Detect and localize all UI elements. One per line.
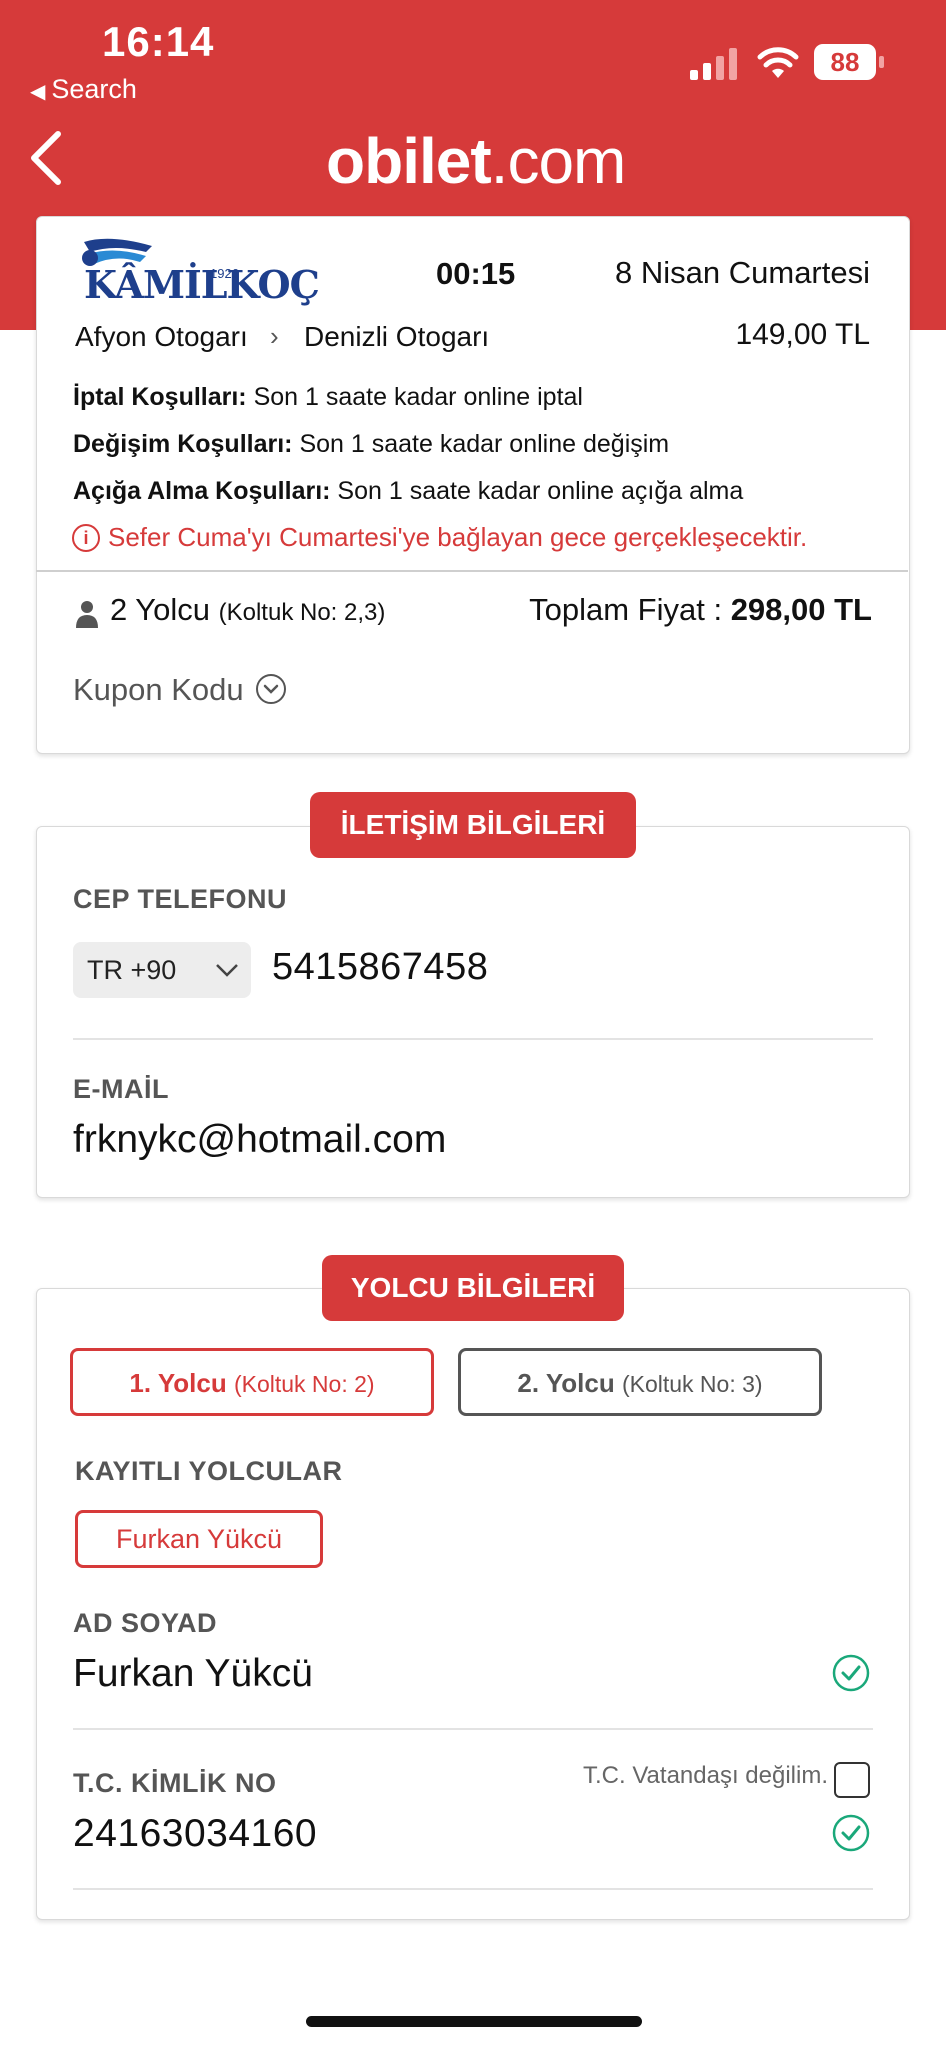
back-arrow-icon[interactable] xyxy=(28,128,64,188)
back-triangle-icon: ◀ xyxy=(30,81,46,103)
company-name: KÂMİLKOÇ xyxy=(84,262,320,307)
info-icon: i xyxy=(72,524,100,552)
tc-id-input[interactable]: 24163034160 xyxy=(73,1812,317,1856)
name-label: AD SOYAD xyxy=(73,1608,218,1638)
coupon-code-toggle[interactable]: Kupon Kodu xyxy=(73,672,286,708)
chevron-down-icon xyxy=(216,964,238,977)
battery-level: 88 xyxy=(814,44,876,80)
tc-id-label: T.C. KİMLİK NO xyxy=(73,1768,277,1798)
not-citizen-label: T.C. Vatandaşı değilim. xyxy=(582,1762,828,1789)
person-icon xyxy=(76,601,98,628)
tc-valid-check-icon xyxy=(832,1814,870,1852)
phone-label: CEP TELEFONU xyxy=(73,884,288,914)
home-indicator[interactable] xyxy=(306,2016,642,2027)
chevron-down-circle-icon xyxy=(255,674,286,704)
open-ticket-condition: Açığa Alma Koşulları: Son 1 saate kadar … xyxy=(73,477,744,505)
company-year: 1926 xyxy=(210,266,239,281)
passenger-count: 2 Yolcu (Koltuk No: 2,3) xyxy=(110,592,386,627)
wifi-icon xyxy=(757,47,799,78)
departure-time: 00:15 xyxy=(436,256,516,291)
contact-section-title: İLETİŞİM BİLGİLERİ xyxy=(310,792,636,858)
obilet-logo: obilet.com xyxy=(326,125,626,197)
name-input[interactable]: Furkan Yükcü xyxy=(73,1652,313,1696)
departure-date: 8 Nisan Cumartesi xyxy=(615,255,870,290)
saved-passenger-chip[interactable]: Furkan Yükcü xyxy=(75,1510,323,1568)
cancel-condition: İptal Koşulları: Son 1 saate kadar onlin… xyxy=(73,383,583,411)
email-input[interactable]: frknykc@hotmail.com xyxy=(73,1118,446,1162)
total-price: Toplam Fiyat : 298,00 TL xyxy=(529,592,872,627)
phone-input[interactable]: 5415867458 xyxy=(272,946,488,989)
unit-price: 149,00 TL xyxy=(735,318,870,351)
country-code-select[interactable]: TR +90 xyxy=(73,942,251,998)
field-divider xyxy=(73,1888,873,1890)
passenger-section-title: YOLCU BİLGİLERİ xyxy=(322,1255,624,1321)
tab-passenger-1[interactable]: 1. Yolcu (Koltuk No: 2) xyxy=(70,1348,434,1416)
tab-passenger-2[interactable]: 2. Yolcu (Koltuk No: 3) xyxy=(458,1348,822,1416)
email-label: E-MAİL xyxy=(73,1074,169,1104)
change-condition: Değişim Koşulları: Son 1 saate kadar onl… xyxy=(73,430,670,458)
overnight-warning: i Sefer Cuma'yı Cumartesi'ye bağlayan gec… xyxy=(72,522,807,553)
saved-passengers-label: KAYITLI YOLCULAR xyxy=(75,1456,343,1486)
back-to-search-link[interactable]: ◀ Search xyxy=(30,74,137,105)
route-from: Afyon Otogarı xyxy=(75,321,248,352)
route-chevron-icon: › xyxy=(270,321,279,351)
field-divider xyxy=(73,1038,873,1040)
card-divider xyxy=(36,570,908,572)
not-citizen-checkbox[interactable] xyxy=(834,1762,870,1798)
route-to: Denizli Otogarı xyxy=(304,321,490,352)
battery-icon: 88 xyxy=(814,44,886,82)
status-time: 16:14 xyxy=(102,18,215,65)
field-divider xyxy=(73,1728,873,1730)
cellular-signal-icon xyxy=(690,48,737,80)
name-valid-check-icon xyxy=(832,1654,870,1692)
back-search-label: Search xyxy=(51,74,137,104)
